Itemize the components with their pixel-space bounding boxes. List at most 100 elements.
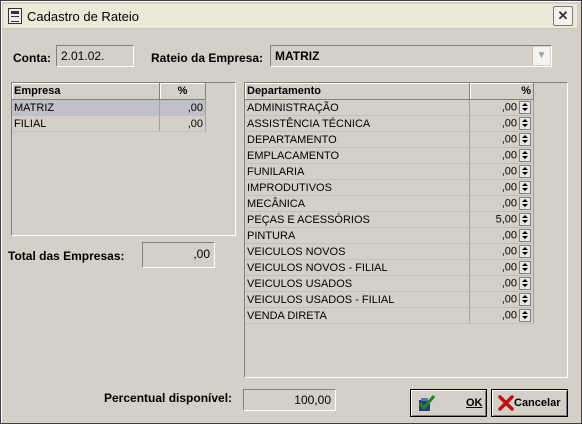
departamento-pct-cell[interactable]: 5,00 [469, 211, 534, 228]
departamento-pct-value: ,00 [501, 245, 517, 258]
departamento-name-cell[interactable]: EMPLACAMENTO [245, 147, 470, 164]
departamento-pct-value: ,00 [501, 181, 517, 194]
table-row[interactable]: EMPLACAMENTO ,00 [245, 147, 534, 164]
close-button[interactable]: ✕ [553, 6, 573, 26]
percentual-field: 100,00 [243, 389, 336, 411]
departamento-name-cell[interactable]: IMPRODUTIVOS [245, 179, 470, 196]
table-row[interactable]: VEICULOS NOVOS - FILIAL ,00 [245, 259, 534, 276]
spinner-icon[interactable] [519, 133, 531, 146]
conta-label: Conta: [13, 51, 51, 65]
spinner-icon[interactable] [519, 197, 531, 210]
table-row[interactable]: FUNILARIA ,00 [245, 163, 534, 180]
departamento-pct-value: ,00 [501, 133, 517, 146]
spinner-icon[interactable] [519, 213, 531, 226]
departamento-name-cell[interactable]: ADMINISTRAÇÃO [245, 99, 470, 116]
departamento-name-cell[interactable]: FUNILARIA [245, 163, 470, 180]
departamento-pct-cell[interactable]: ,00 [469, 307, 534, 324]
table-row[interactable]: PEÇAS E ACESSÓRIOS 5,00 [245, 211, 534, 228]
departamento-pct-cell[interactable]: ,00 [469, 147, 534, 164]
spinner-icon[interactable] [519, 277, 531, 290]
departamento-name-cell[interactable]: PEÇAS E ACESSÓRIOS [245, 211, 470, 228]
spinner-icon[interactable] [519, 229, 531, 242]
empresa-name-cell[interactable]: FILIAL [12, 115, 160, 132]
table-row[interactable]: FILIAL ,00 [12, 115, 206, 132]
table-row[interactable]: ASSISTÊNCIA TÉCNICA ,00 [245, 115, 534, 132]
empresas-grid[interactable]: Empresa % MATRIZ ,00 FILIAL ,00 [11, 82, 236, 236]
empresa-pct-cell[interactable]: ,00 [159, 115, 206, 132]
departamento-pct-cell[interactable]: ,00 [469, 259, 534, 276]
departamento-pct-value: ,00 [501, 165, 517, 178]
spinner-icon[interactable] [519, 293, 531, 306]
spinner-icon[interactable] [519, 245, 531, 258]
ok-button[interactable]: OK [410, 389, 487, 417]
empresa-name-cell[interactable]: MATRIZ [12, 99, 160, 116]
departamento-name-cell[interactable]: VEICULOS USADOS [245, 275, 470, 292]
departamento-pct-cell[interactable]: ,00 [469, 115, 534, 132]
departamento-pct-value: ,00 [501, 261, 517, 274]
total-field: ,00 [142, 242, 215, 268]
spinner-icon[interactable] [519, 149, 531, 162]
conta-field[interactable]: 2.01.02. [56, 45, 134, 67]
table-row[interactable]: MECÂNICA ,00 [245, 195, 534, 212]
table-row[interactable]: VENDA DIRETA ,00 [245, 307, 534, 324]
departamento-pct-cell[interactable]: ,00 [469, 275, 534, 292]
spinner-icon[interactable] [519, 117, 531, 130]
cancel-button[interactable]: Cancelar [491, 389, 568, 417]
table-row[interactable]: PINTURA ,00 [245, 227, 534, 244]
departamento-pct-cell[interactable]: ,00 [469, 243, 534, 260]
spinner-icon[interactable] [519, 101, 531, 114]
empresa-header[interactable]: Empresa [12, 83, 160, 100]
departamento-pct-cell[interactable]: ,00 [469, 195, 534, 212]
rateio-label: Rateio da Empresa: [151, 51, 264, 65]
window-title: Cadastro de Rateio [27, 9, 140, 24]
table-row[interactable]: VEICULOS USADOS - FILIAL ,00 [245, 291, 534, 308]
table-row[interactable]: MATRIZ ,00 [12, 99, 206, 116]
close-icon [498, 395, 514, 411]
empresa-pct-cell[interactable]: ,00 [159, 99, 206, 116]
departamento-name-cell[interactable]: VEICULOS NOVOS - FILIAL [245, 259, 470, 276]
spinner-icon[interactable] [519, 165, 531, 178]
table-row[interactable]: VEICULOS USADOS ,00 [245, 275, 534, 292]
chevron-down-icon[interactable]: ▼ [532, 47, 550, 65]
departamento-pct-cell[interactable]: ,00 [469, 291, 534, 308]
spinner-icon[interactable] [519, 309, 531, 322]
total-label: Total das Empresas: [8, 249, 125, 263]
table-row[interactable]: ADMINISTRAÇÃO ,00 [245, 99, 534, 116]
departamento-pct-cell[interactable]: ,00 [469, 99, 534, 116]
departamento-pct-value: ,00 [501, 101, 517, 114]
departamento-name-cell[interactable]: MECÂNICA [245, 195, 470, 212]
form-icon [8, 8, 22, 24]
spinner-icon[interactable] [519, 181, 531, 194]
departamento-pct-value: ,00 [501, 309, 517, 322]
ok-label: OK [466, 397, 483, 409]
title-bar[interactable]: Cadastro de Rateio ✕ [3, 4, 577, 29]
empresa-pct-header[interactable]: % [159, 83, 206, 100]
departamento-header[interactable]: Departamento [245, 83, 470, 100]
percentual-label: Percentual disponível: [104, 391, 233, 405]
rateio-select[interactable]: MATRIZ ▼ [270, 45, 552, 67]
departamento-pct-value: ,00 [501, 117, 517, 130]
departamento-name-cell[interactable]: VENDA DIRETA [245, 307, 470, 324]
departamento-pct-value: ,00 [501, 149, 517, 162]
departamento-pct-header[interactable]: % [469, 83, 534, 100]
departamento-name-cell[interactable]: VEICULOS USADOS - FILIAL [245, 291, 470, 308]
departamento-pct-cell[interactable]: ,00 [469, 131, 534, 148]
departamento-pct-cell[interactable]: ,00 [469, 227, 534, 244]
table-row[interactable]: VEICULOS NOVOS ,00 [245, 243, 534, 260]
departamento-name-cell[interactable]: VEICULOS NOVOS [245, 243, 470, 260]
departamento-pct-value: 5,00 [495, 213, 517, 226]
departamento-name-cell[interactable]: ASSISTÊNCIA TÉCNICA [245, 115, 470, 132]
table-row[interactable]: DEPARTAMENTO ,00 [245, 131, 534, 148]
empresas-table: Empresa % MATRIZ ,00 FILIAL ,00 [12, 83, 206, 132]
departamento-name-cell[interactable]: PINTURA [245, 227, 470, 244]
departamentos-table: Departamento % ADMINISTRAÇÃO ,00 ASSISTÊNC… [245, 83, 534, 324]
dialog-window: Cadastro de Rateio ✕ Conta: 2.01.02. Rat… [0, 0, 582, 424]
departamento-pct-cell[interactable]: ,00 [469, 179, 534, 196]
table-row[interactable]: IMPRODUTIVOS ,00 [245, 179, 534, 196]
spinner-icon[interactable] [519, 261, 531, 274]
departamentos-grid[interactable]: Departamento % ADMINISTRAÇÃO ,00 ASSISTÊNC… [244, 82, 568, 378]
departamento-name-cell[interactable]: DEPARTAMENTO [245, 131, 470, 148]
departamento-pct-value: ,00 [501, 277, 517, 290]
departamento-pct-value: ,00 [501, 197, 517, 210]
departamento-pct-cell[interactable]: ,00 [469, 163, 534, 180]
